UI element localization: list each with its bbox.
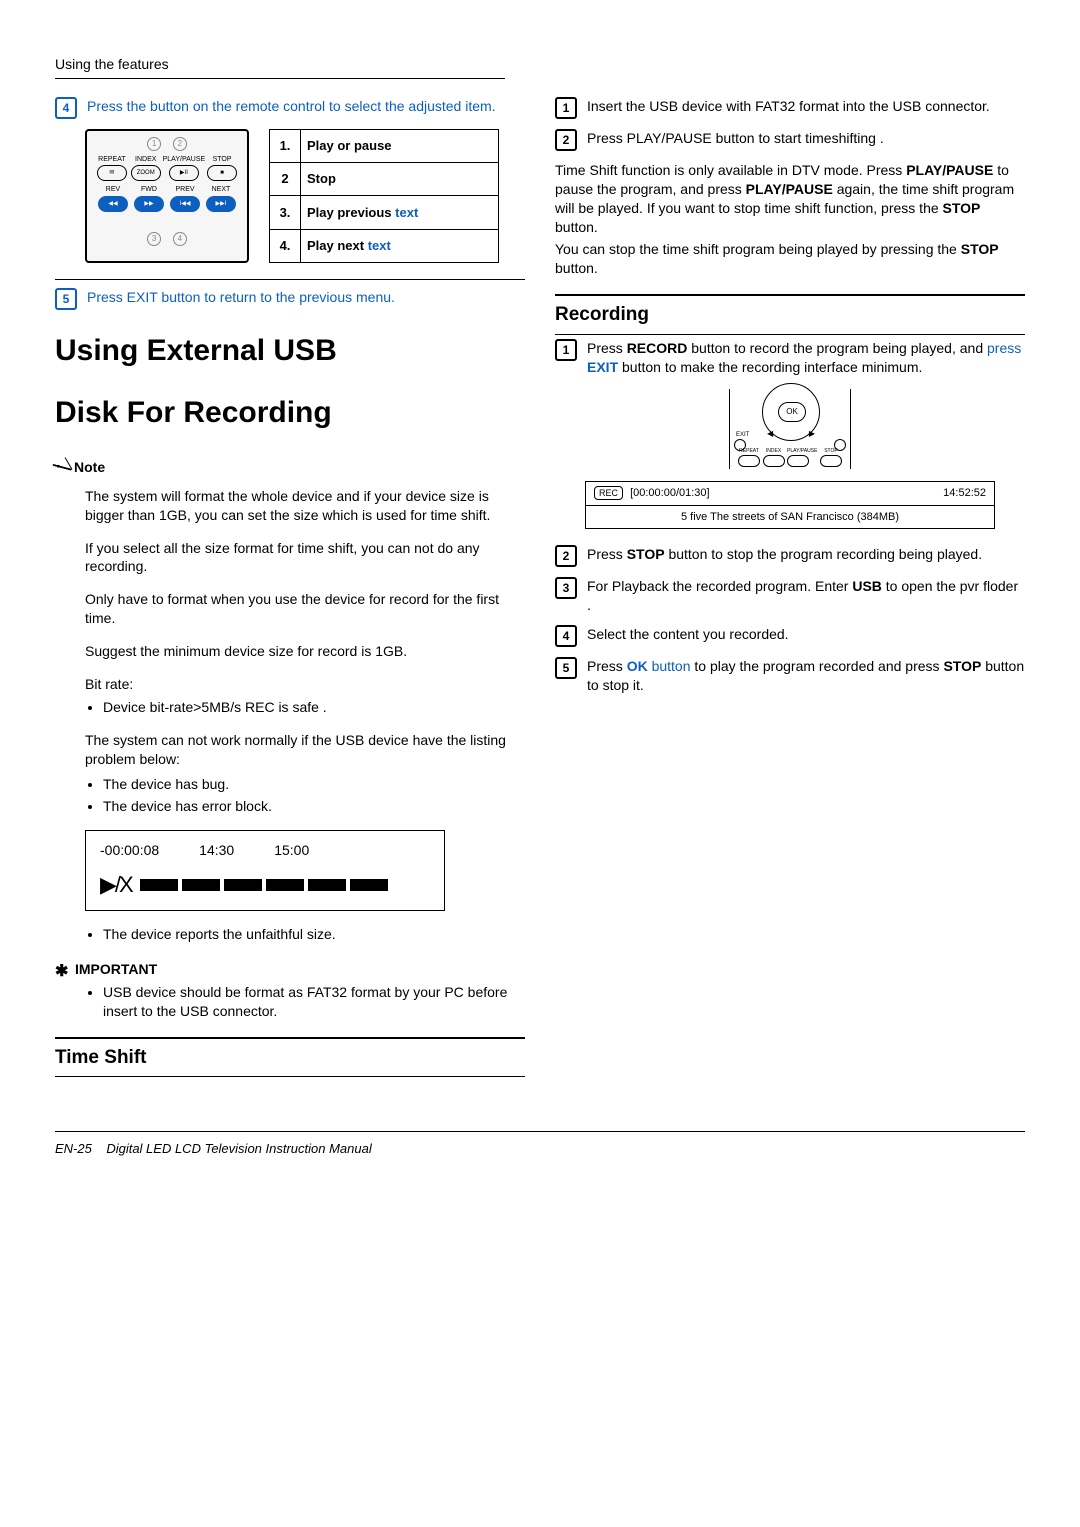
ok-remote-diagram: OK ◀ ▶ EXIT REPEAT INDEX PLAY/PAUSE STOP [729, 389, 851, 469]
ts-step-2-text: Press PLAY/PAUSE button to start timeshi… [587, 129, 1025, 148]
rec-step-5: 5 Press OK button to play the program re… [555, 657, 1025, 695]
note-p3: Only have to format when you use the dev… [85, 590, 525, 628]
important-label: IMPORTANT [55, 960, 525, 979]
page-footer: EN-25 Digital LED LCD Television Instruc… [55, 1131, 1025, 1158]
note-body: The system will format the whole device … [85, 487, 525, 817]
important-text: USB device should be format as FAT32 for… [103, 983, 525, 1021]
usb-problem-intro: The system can not work normally if the … [85, 731, 525, 769]
left-column: 4 Press the button on the remote control… [55, 97, 525, 1081]
rec-step-4: 4 Select the content you recorded. [555, 625, 1025, 647]
note-p2: If you select all the size format for ti… [85, 539, 525, 577]
step-number-5b: 5 [555, 657, 577, 679]
rec-step-1: 1 Press RECORD button to record the prog… [555, 339, 1025, 377]
rec-program-title: 5 five The streets of SAN Francisco (384… [586, 506, 994, 529]
problem-bullet-3: The device reports the unfaithful size. [103, 925, 525, 944]
step-5-text: Press EXIT button to return to the previ… [87, 288, 525, 307]
ts-step-1: 1 Insert the USB device with FAT32 forma… [555, 97, 1025, 119]
diagram-label-1: 1 [147, 137, 161, 151]
step-number-2b: 2 [555, 545, 577, 567]
main-heading-line2: Disk For Recording [55, 392, 525, 434]
play-pause-symbol: ▶/X [100, 870, 132, 900]
playback-t2: 14:30 [199, 841, 234, 860]
main-heading-line1: Using External USB [55, 330, 525, 372]
remote-legend-table: 1. Play or pause 2 Stop 3. Play previous… [269, 129, 499, 263]
recording-info-box: REC [00:00:00/01:30] 14:52:52 5 five The… [585, 481, 995, 530]
playback-t3: 15:00 [274, 841, 309, 860]
rec-time-range: [00:00:00/01:30] [630, 487, 710, 499]
remote-diagram: 1 2 REPEAT✉ INDEXZOOM PLAY/PAUSE▶II STOP… [85, 129, 249, 263]
bitrate-bullet: Device bit-rate>5MB/s REC is safe . [103, 698, 525, 717]
ts-step-2: 2 Press PLAY/PAUSE button to start times… [555, 129, 1025, 151]
diagram-label-4: 4 [173, 232, 187, 246]
rec-clock: 14:52:52 [943, 486, 986, 501]
ts-para-1: Time Shift function is only available in… [555, 161, 1025, 237]
progress-bar [140, 879, 388, 891]
step-4-text: Press the button on the remote control t… [87, 97, 525, 116]
playback-diagram: -00:00:08 14:30 15:00 ▶/X [85, 830, 445, 911]
recording-heading: Recording [555, 294, 1025, 335]
legend-row-1: 1. Play or pause [270, 129, 499, 162]
step-number-3b: 3 [555, 577, 577, 599]
rec-step-2: 2 Press STOP button to stop the program … [555, 545, 1025, 567]
step-number-5: 5 [55, 288, 77, 310]
step-4: 4 Press the button on the remote control… [55, 97, 525, 119]
ok-dpad: OK ◀ ▶ [762, 383, 820, 441]
rec-step-2-text: Press STOP button to stop the program re… [587, 545, 1025, 564]
legend-row-3: 3. Play previous text [270, 196, 499, 229]
breadcrumb: Using the features [55, 55, 505, 79]
ts-step-1-text: Insert the USB device with FAT32 format … [587, 97, 1025, 116]
step-number-1b: 1 [555, 339, 577, 361]
legend-row-4: 4. Play next text [270, 229, 499, 262]
step-number-1: 1 [555, 97, 577, 119]
legend-row-2: 2 Stop [270, 163, 499, 196]
step-number-4: 4 [55, 97, 77, 119]
rec-step-5-text: Press OK button to play the program reco… [587, 657, 1025, 695]
divider [55, 279, 525, 280]
note-p4: Suggest the minimum device size for reco… [85, 642, 525, 661]
rec-step-3-text: For Playback the recorded program. Enter… [587, 577, 1025, 615]
problem-bullet-1: The device has bug. [103, 775, 525, 794]
step-number-2: 2 [555, 129, 577, 151]
rec-step-3: 3 For Playback the recorded program. Ent… [555, 577, 1025, 615]
step-number-4b: 4 [555, 625, 577, 647]
note-label: Note [55, 458, 525, 477]
diagram-label-2: 2 [173, 137, 187, 151]
right-column: 1 Insert the USB device with FAT32 forma… [555, 97, 1025, 1081]
note-p5: Bit rate: [85, 675, 525, 694]
step-5: 5 Press EXIT button to return to the pre… [55, 288, 525, 310]
rec-step-1-text: Press RECORD button to record the progra… [587, 339, 1025, 377]
page-number: EN-25 [55, 1141, 92, 1156]
rec-badge: REC [594, 486, 623, 500]
time-shift-heading: Time Shift [55, 1037, 525, 1078]
footer-title: Digital LED LCD Television Instruction M… [106, 1141, 371, 1156]
ts-para-2: You can stop the time shift program bein… [555, 240, 1025, 278]
diagram-label-3: 3 [147, 232, 161, 246]
ok-button-icon: OK [778, 402, 806, 422]
playback-t1: -00:00:08 [100, 841, 159, 860]
problem-bullet-2: The device has error block. [103, 797, 525, 816]
note-p1: The system will format the whole device … [85, 487, 525, 525]
rec-step-4-text: Select the content you recorded. [587, 625, 1025, 644]
